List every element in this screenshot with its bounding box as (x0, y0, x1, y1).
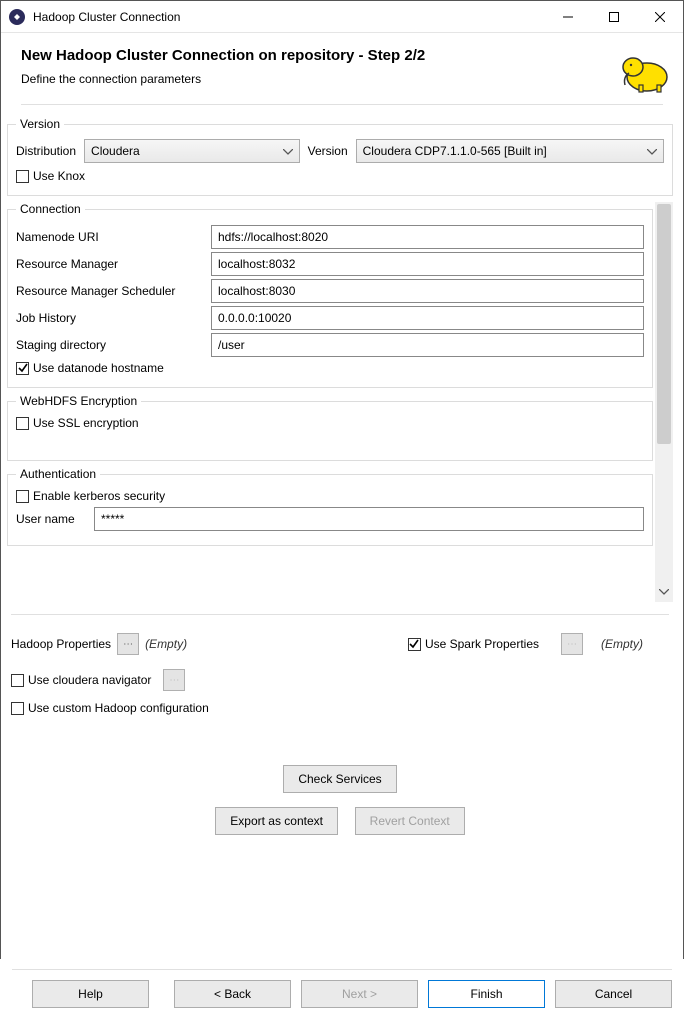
hadoop-properties-empty: (Empty) (145, 637, 187, 651)
use-knox-checkbox[interactable]: Use Knox (16, 169, 85, 183)
spark-properties-empty: (Empty) (601, 637, 643, 651)
wizard-footer: Help < Back Next > Finish Cancel (0, 959, 684, 1022)
spark-properties-button[interactable]: ⋯ (561, 633, 583, 655)
job-history-label: Job History (16, 311, 211, 325)
username-input[interactable] (94, 507, 644, 531)
authentication-group: Authentication Enable kerberos security … (7, 467, 653, 546)
revert-context-button[interactable]: Revert Context (355, 807, 465, 835)
distribution-value: Cloudera (91, 144, 140, 158)
namenode-label: Namenode URI (16, 230, 211, 244)
help-button[interactable]: Help (32, 980, 149, 1008)
title-bar: Hadoop Cluster Connection (1, 1, 683, 33)
page-title: New Hadoop Cluster Connection on reposit… (21, 47, 663, 64)
chevron-down-icon (283, 144, 293, 158)
resource-manager-scheduler-input[interactable] (211, 279, 644, 303)
maximize-button[interactable] (591, 1, 637, 32)
scrollbar[interactable] (655, 202, 673, 602)
version-legend: Version (16, 117, 64, 131)
hadoop-elephant-icon (617, 47, 673, 98)
version-select[interactable]: Cloudera CDP7.1.1.0-565 [Built in] (356, 139, 664, 163)
chevron-down-icon (647, 144, 657, 158)
use-ssl-checkbox[interactable]: Use SSL encryption (16, 416, 139, 430)
webhdfs-legend: WebHDFS Encryption (16, 394, 141, 408)
cancel-button[interactable]: Cancel (555, 980, 672, 1008)
connection-group: Connection Namenode URI Resource Manager… (7, 202, 653, 388)
use-cloudera-navigator-checkbox[interactable]: Use cloudera navigator (11, 673, 151, 687)
username-label: User name (16, 512, 86, 526)
back-button[interactable]: < Back (174, 980, 291, 1008)
hadoop-properties-label: Hadoop Properties (11, 637, 111, 651)
cloudera-navigator-button[interactable]: ⋯ (163, 669, 185, 691)
export-as-context-button[interactable]: Export as context (215, 807, 338, 835)
minimize-button[interactable] (545, 1, 591, 32)
resource-manager-input[interactable] (211, 252, 644, 276)
page-subtitle: Define the connection parameters (21, 72, 663, 86)
connection-legend: Connection (16, 202, 85, 216)
next-button[interactable]: Next > (301, 980, 418, 1008)
use-custom-hadoop-config-checkbox[interactable]: Use custom Hadoop configuration (11, 701, 209, 715)
version-group: Version Distribution Cloudera Version Cl… (7, 117, 673, 196)
version-value: Cloudera CDP7.1.1.0-565 [Built in] (363, 144, 547, 158)
wizard-header: New Hadoop Cluster Connection on reposit… (1, 33, 683, 111)
staging-directory-label: Staging directory (16, 338, 211, 352)
use-datanode-hostname-checkbox[interactable]: Use datanode hostname (16, 361, 164, 375)
authentication-legend: Authentication (16, 467, 100, 481)
finish-button[interactable]: Finish (428, 980, 545, 1008)
resource-manager-label: Resource Manager (16, 257, 211, 271)
webhdfs-group: WebHDFS Encryption Use SSL encryption (7, 394, 653, 461)
distribution-select[interactable]: Cloudera (84, 139, 300, 163)
app-icon (9, 9, 25, 25)
window-title: Hadoop Cluster Connection (33, 10, 545, 24)
use-spark-properties-checkbox[interactable]: Use Spark Properties (408, 637, 539, 651)
staging-directory-input[interactable] (211, 333, 644, 357)
check-services-button[interactable]: Check Services (283, 765, 396, 793)
distribution-label: Distribution (16, 144, 76, 158)
job-history-input[interactable] (211, 306, 644, 330)
hadoop-properties-button[interactable]: ⋯ (117, 633, 139, 655)
scroll-down-icon[interactable] (655, 584, 673, 600)
resource-manager-scheduler-label: Resource Manager Scheduler (16, 284, 211, 298)
close-button[interactable] (637, 1, 683, 32)
scrollbar-thumb[interactable] (657, 204, 671, 444)
enable-kerberos-checkbox[interactable]: Enable kerberos security (16, 489, 165, 503)
version-label: Version (308, 144, 348, 158)
namenode-input[interactable] (211, 225, 644, 249)
